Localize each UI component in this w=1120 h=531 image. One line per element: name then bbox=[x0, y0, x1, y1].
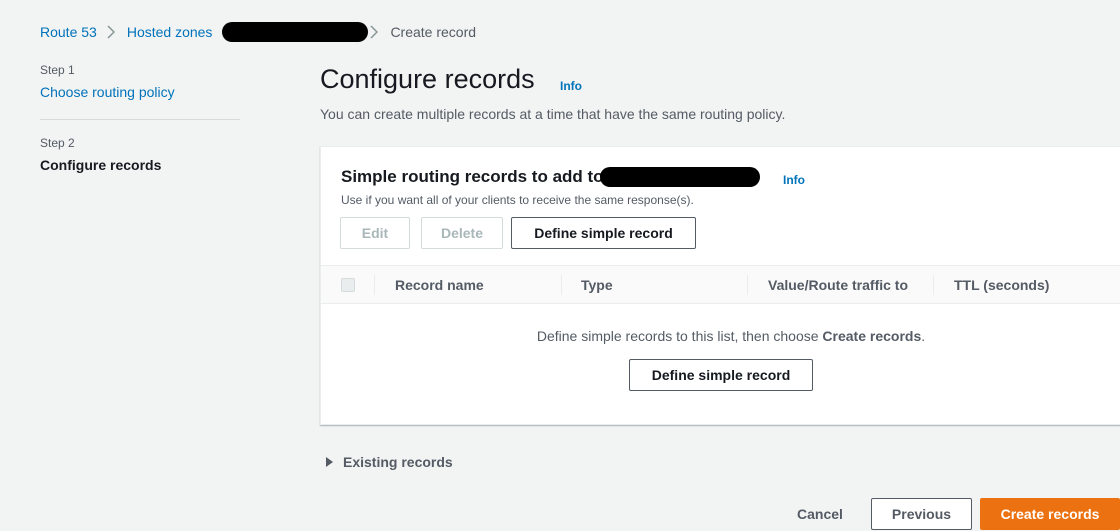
page-description: You can create multiple records at a tim… bbox=[320, 106, 786, 122]
column-value[interactable]: Value/Route traffic to bbox=[768, 266, 908, 303]
caret-right-icon bbox=[326, 457, 333, 467]
define-simple-record-button[interactable]: Define simple record bbox=[511, 217, 696, 249]
column-type[interactable]: Type bbox=[581, 266, 613, 303]
step-2-label: Step 2 bbox=[40, 136, 75, 150]
panel-description: Use if you want all of your clients to r… bbox=[341, 193, 694, 207]
breadcrumb-route53[interactable]: Route 53 bbox=[40, 24, 97, 40]
column-record-name[interactable]: Record name bbox=[395, 266, 484, 303]
page-title: Configure records bbox=[320, 64, 535, 94]
simple-records-panel: Simple routing records to add to Info Us… bbox=[320, 146, 1120, 425]
define-simple-record-empty-button[interactable]: Define simple record bbox=[629, 359, 813, 391]
chevron-right-icon bbox=[370, 25, 379, 39]
breadcrumb-hosted-zones[interactable]: Hosted zones bbox=[127, 24, 213, 40]
empty-state-emphasis: Create records bbox=[822, 328, 922, 344]
column-divider bbox=[561, 275, 562, 295]
redacted-zone-name[interactable] bbox=[222, 22, 369, 42]
header-info-link[interactable]: Info bbox=[560, 79, 582, 93]
breadcrumb: Route 53 Hosted zones Create record bbox=[40, 22, 476, 42]
step-1-link[interactable]: Choose routing policy bbox=[40, 84, 175, 100]
empty-state-suffix: . bbox=[921, 328, 926, 344]
column-ttl[interactable]: TTL (seconds) bbox=[954, 266, 1049, 303]
column-divider bbox=[374, 275, 375, 295]
chevron-right-icon bbox=[107, 25, 115, 39]
create-records-button[interactable]: Create records bbox=[980, 498, 1120, 530]
panel-title: Simple routing records to add to bbox=[341, 167, 760, 187]
step-divider bbox=[40, 119, 240, 120]
cancel-button[interactable]: Cancel bbox=[797, 506, 843, 522]
records-table-header: Record name Type Value/Route traffic to … bbox=[321, 265, 1120, 304]
edit-button[interactable]: Edit bbox=[340, 217, 410, 249]
select-all-checkbox[interactable] bbox=[341, 278, 355, 292]
column-divider bbox=[933, 275, 934, 295]
empty-state-message: Define simple records to this list, then… bbox=[321, 328, 1120, 344]
existing-records-toggle[interactable]: Existing records bbox=[326, 454, 453, 470]
step-1-label: Step 1 bbox=[40, 63, 75, 77]
step-2-current: Configure records bbox=[40, 157, 162, 173]
existing-records-label: Existing records bbox=[343, 454, 453, 470]
panel-info-link[interactable]: Info bbox=[783, 173, 805, 187]
panel-title-text: Simple routing records to add to bbox=[341, 167, 604, 186]
previous-button[interactable]: Previous bbox=[871, 498, 972, 530]
breadcrumb-current: Create record bbox=[390, 24, 477, 40]
redacted-zone-name bbox=[599, 167, 760, 187]
wizard-steps: Step 1 Choose routing policy Step 2 Conf… bbox=[40, 63, 240, 175]
delete-button[interactable]: Delete bbox=[421, 217, 503, 249]
column-divider bbox=[747, 275, 748, 295]
empty-state-text: Define simple records to this list, then… bbox=[536, 328, 823, 344]
